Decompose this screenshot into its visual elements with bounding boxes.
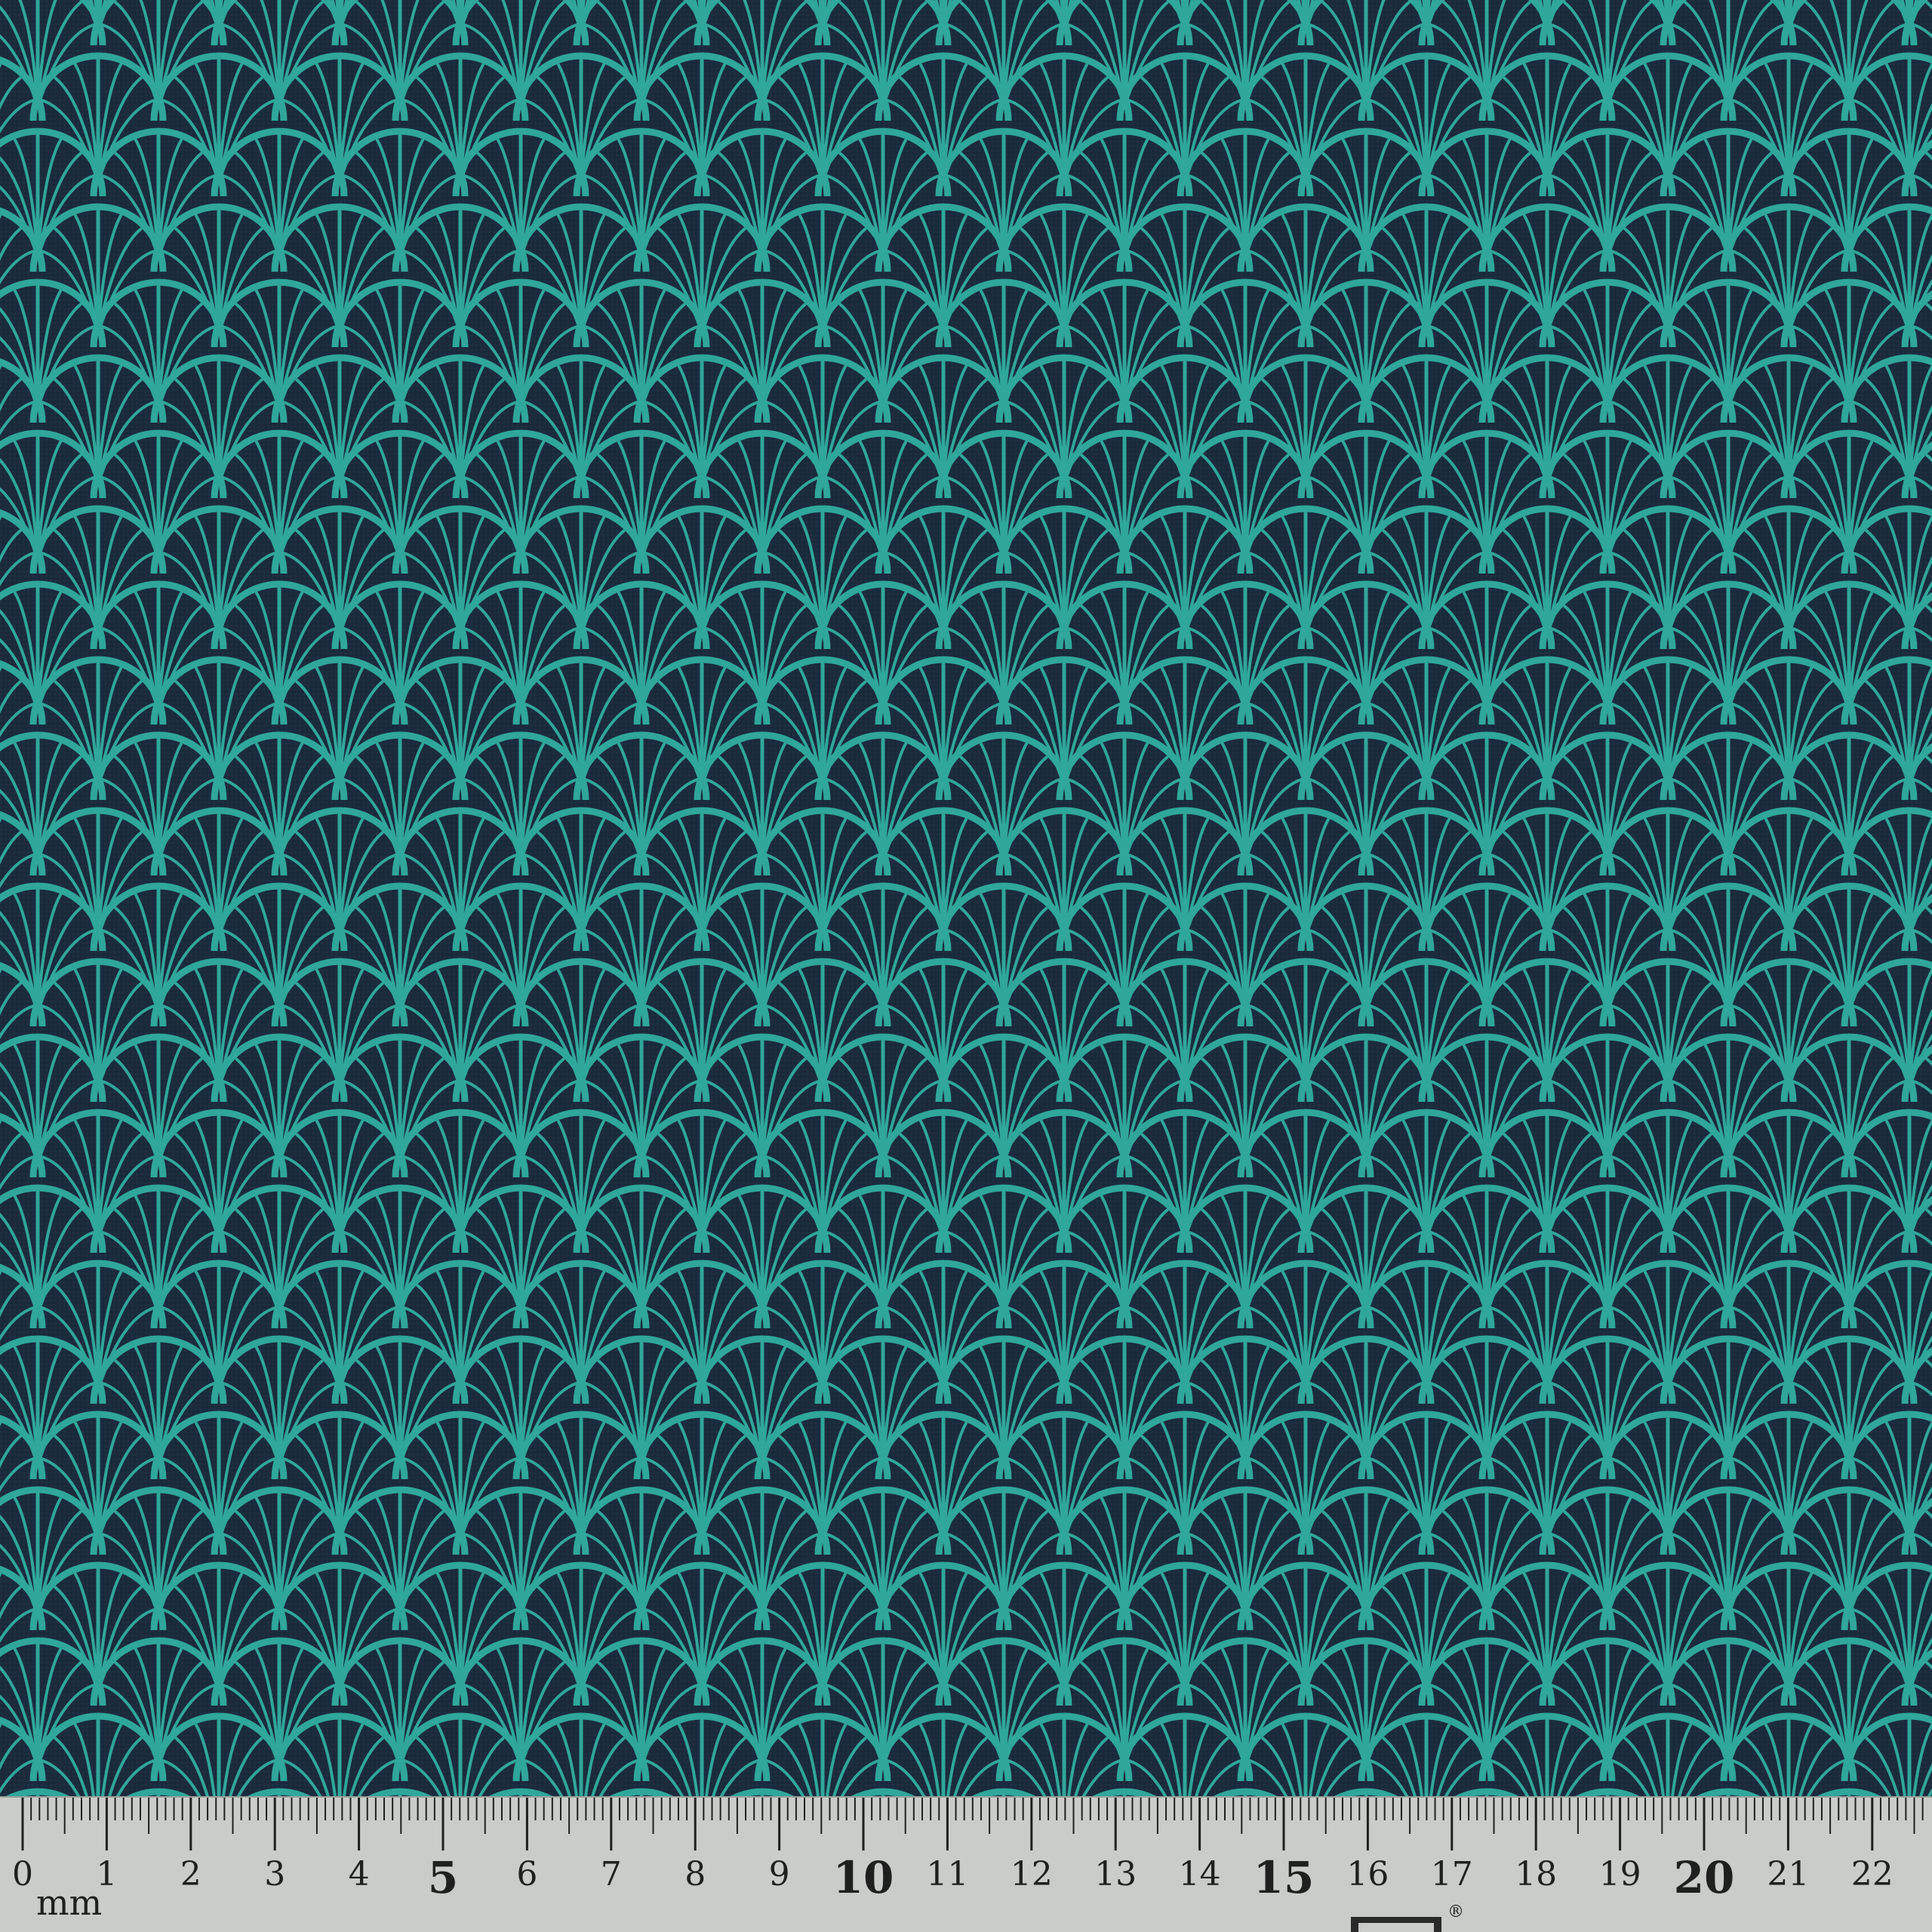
fabric-print-layer xyxy=(0,0,1932,1796)
ruler-number: 8 xyxy=(685,1855,706,1894)
ruler-number: 17 xyxy=(1431,1855,1473,1894)
ruler-number: 7 xyxy=(601,1855,622,1894)
ruler-number: 11 xyxy=(926,1855,968,1894)
ruler-number: 0 xyxy=(12,1855,33,1894)
ruler-number: 6 xyxy=(516,1855,537,1894)
ruler-number: 18 xyxy=(1515,1855,1557,1894)
fabric-photo: 0 1 2 3 4 5 6 7 8 9 10 11 12 13 14 15 16 17 18 19 20 21 22 mm … xyxy=(0,0,1932,1932)
ruler-number: 14 xyxy=(1179,1855,1221,1894)
fabric-swatch xyxy=(0,0,1932,1796)
ruler-logo-inner xyxy=(1358,1923,1434,1932)
ruler-number: 21 xyxy=(1767,1855,1809,1894)
ruler-number: 16 xyxy=(1346,1855,1389,1894)
ruler-scale: 0 1 2 3 4 5 6 7 8 9 10 11 12 13 14 15 16 17 18 19 20 21 22 mm … xyxy=(0,1796,1932,1932)
ruler-number: 2 xyxy=(180,1855,202,1894)
ruler-number: 4 xyxy=(349,1855,370,1894)
ruler-number: 12 xyxy=(1011,1855,1053,1894)
ruler-number: 13 xyxy=(1094,1855,1137,1894)
ruler-number: 9 xyxy=(769,1855,790,1894)
ruler-number: 5 xyxy=(428,1852,458,1903)
ruler-number: 22 xyxy=(1851,1855,1894,1894)
ruler-number: 19 xyxy=(1599,1855,1641,1894)
ruler-number: 3 xyxy=(264,1855,285,1894)
scallop-fan-pattern xyxy=(0,0,1932,1796)
ruler-number: 20 xyxy=(1674,1852,1735,1903)
ruler-number: 15 xyxy=(1254,1852,1315,1903)
ruler-registered-mark: ® xyxy=(1447,1903,1464,1921)
ruler-unit-label: mm xyxy=(36,1882,102,1923)
ruler-number: 10 xyxy=(833,1852,894,1903)
measuring-ruler: 0 1 2 3 4 5 6 7 8 9 10 11 12 13 14 15 16 17 18 19 20 21 22 mm … xyxy=(0,1796,1932,1932)
